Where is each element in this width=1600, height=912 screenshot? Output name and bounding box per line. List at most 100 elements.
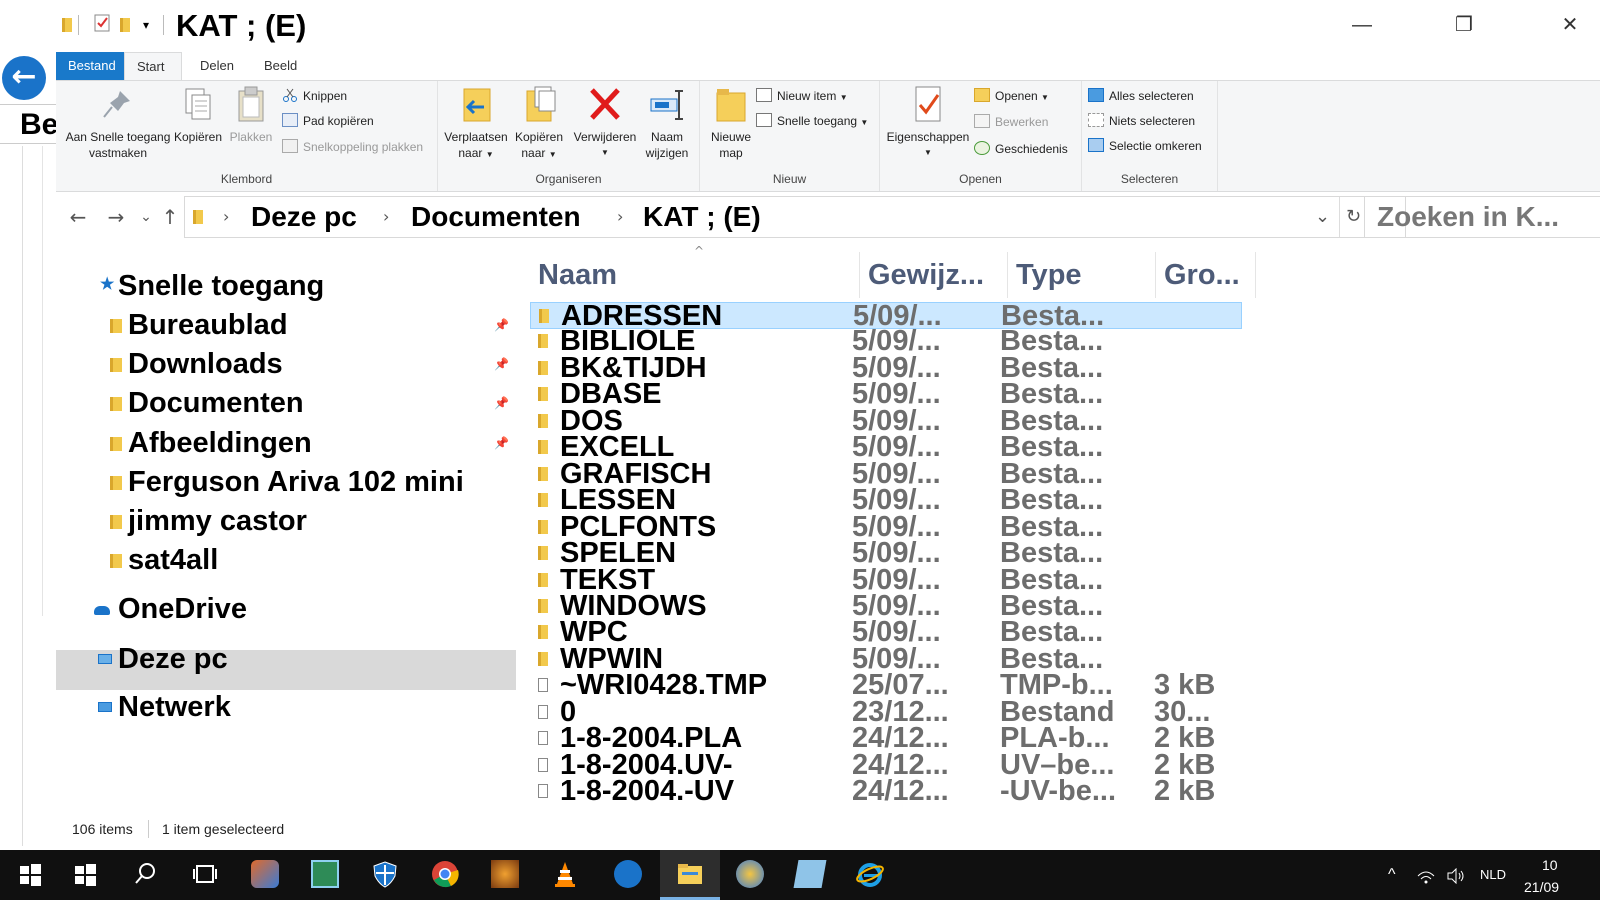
history-button[interactable]: Geschiedenis: [974, 139, 1068, 159]
taskbar-security-app[interactable]: [355, 850, 415, 900]
easy-access-button[interactable]: Snelle toegang ▼: [756, 111, 868, 131]
file-row[interactable]: 1-8-2004.-UV 24/12... -UV-be... 2 kB: [530, 775, 1242, 807]
nav-bureaublad[interactable]: Bureaublad: [110, 306, 288, 344]
nav-onedrive[interactable]: OneDrive: [94, 590, 247, 628]
start-button[interactable]: [0, 850, 60, 900]
search-input[interactable]: Zoeken in K...: [1364, 196, 1600, 238]
breadcrumb-current[interactable]: KAT ; (E): [643, 197, 761, 237]
new-folder-label-line1: Nieuwe: [710, 130, 752, 144]
column-header-type[interactable]: Type: [1008, 252, 1156, 298]
taskbar-bird-app[interactable]: [598, 850, 658, 900]
nav-folder-jimmy-castor[interactable]: jimmy castor: [110, 502, 307, 540]
nav-quick-access[interactable]: ★ Snelle toegang: [100, 267, 324, 305]
nav-folder-sat4all[interactable]: sat4all: [110, 541, 218, 579]
properties-checkmark-icon[interactable]: [94, 14, 110, 36]
clock-date[interactable]: 21/09: [1524, 862, 1559, 912]
file-icon: [538, 704, 548, 719]
copy-path-button[interactable]: Pad kopiëren: [282, 111, 374, 131]
breadcrumb-separator[interactable]: ›: [383, 197, 389, 237]
delete-label: Verwijderen: [573, 130, 637, 144]
taskbar-file-explorer[interactable]: [660, 850, 720, 900]
search-button[interactable]: [115, 850, 175, 900]
rename-button[interactable]: Naam wijzigen: [638, 85, 696, 161]
nav-downloads[interactable]: Downloads: [110, 345, 283, 383]
taskbar-photo-app[interactable]: [475, 850, 535, 900]
tray-overflow-chevron[interactable]: ^: [1388, 850, 1396, 900]
new-item-button[interactable]: Nieuw item ▼: [756, 86, 848, 106]
taskbar-paint-app[interactable]: [235, 850, 295, 900]
column-header-size[interactable]: Gro...: [1156, 252, 1256, 298]
pin-icon[interactable]: 📌: [494, 396, 509, 410]
recent-locations-button[interactable]: ⌄: [134, 202, 158, 232]
wifi-icon[interactable]: [1416, 850, 1436, 900]
folder-icon: [538, 651, 548, 666]
delete-dropdown-icon[interactable]: ▼: [570, 145, 640, 161]
language-indicator[interactable]: NLD: [1480, 850, 1506, 900]
volume-icon[interactable]: [1446, 850, 1466, 900]
nav-folder-ferguson[interactable]: Ferguson Ariva 102 mini: [110, 463, 464, 501]
taskbar-internet-explorer[interactable]: [840, 850, 900, 900]
close-button[interactable]: ✕: [1550, 10, 1590, 40]
edit-button[interactable]: Bewerken: [974, 112, 1048, 132]
delete-button[interactable]: Verwijderen ▼: [570, 85, 640, 161]
open-button[interactable]: Openen ▼: [974, 86, 1049, 106]
address-dropdown-icon[interactable]: ⌄: [1315, 197, 1330, 237]
nav-deze-pc[interactable]: Deze pc: [98, 640, 228, 678]
properties-button[interactable]: Eigenschappen ▼: [884, 85, 972, 161]
tab-beeld[interactable]: Beeld: [252, 52, 309, 80]
taskbar-paint-3d[interactable]: [720, 850, 780, 900]
ribbon-group-organiseren: Verplaatsen naar ▼ Kopiëren naar ▼ Verwi…: [438, 81, 700, 191]
properties-dropdown-icon[interactable]: ▼: [884, 145, 972, 161]
invert-selection-label: Selectie omkeren: [1109, 139, 1202, 153]
nav-documenten[interactable]: Documenten: [110, 384, 304, 422]
back-button[interactable]: ←: [66, 202, 90, 232]
select-none-button[interactable]: Niets selecteren: [1088, 111, 1195, 131]
tab-delen[interactable]: Delen: [188, 52, 246, 80]
column-header-name[interactable]: Naam: [530, 252, 860, 298]
invert-selection-button[interactable]: Selectie omkeren: [1088, 136, 1202, 156]
column-header-modified[interactable]: Gewijz...: [860, 252, 1008, 298]
nav-netwerk[interactable]: Netwerk: [98, 688, 231, 726]
pin-to-quick-access-button[interactable]: Aan Snelle toegang vastmaken: [60, 85, 176, 161]
paste-label: Plakken: [229, 130, 273, 144]
navigation-pane: ★ Snelle toegang Bureaublad 📌 Downloads 📌…: [56, 244, 516, 814]
pin-icon[interactable]: 📌: [494, 357, 509, 371]
properties-icon: [910, 85, 946, 123]
copy-to-button[interactable]: Kopiëren naar ▼: [508, 85, 570, 163]
background-window-text: Be: [0, 104, 56, 144]
move-to-button[interactable]: Verplaatsen naar ▼: [440, 85, 512, 163]
new-folder-button[interactable]: Nieuwe map: [702, 85, 760, 161]
folder-icon: [538, 334, 548, 349]
select-all-button[interactable]: Alles selecteren: [1088, 86, 1194, 106]
refresh-icon[interactable]: ↻: [1339, 197, 1361, 237]
up-button[interactable]: ↑: [158, 202, 182, 232]
quick-access-dropdown-icon[interactable]: ▾: [143, 14, 149, 36]
back-arrow-icon[interactable]: ←: [2, 56, 46, 100]
tab-start[interactable]: Start: [124, 52, 182, 80]
paste-shortcut-button[interactable]: Snelkoppeling plakken: [282, 137, 423, 157]
windows-button[interactable]: [55, 850, 115, 900]
breadcrumb-separator[interactable]: ›: [617, 197, 623, 237]
taskbar-chrome[interactable]: [415, 850, 475, 900]
breadcrumb-deze-pc[interactable]: Deze pc: [251, 197, 357, 237]
new-folder-icon[interactable]: [120, 18, 130, 32]
address-bar[interactable]: › Deze pc › Documenten › KAT ; (E) ⌄ ↻: [184, 196, 1406, 238]
forward-button[interactable]: →: [104, 202, 128, 232]
pin-icon[interactable]: 📌: [494, 436, 509, 450]
tab-bestand[interactable]: Bestand: [56, 52, 124, 80]
taskbar-notepad-app[interactable]: [780, 850, 840, 900]
maximize-button[interactable]: ❐: [1444, 10, 1484, 40]
breadcrumb-documenten[interactable]: Documenten: [411, 197, 581, 237]
paste-button[interactable]: Plakken: [226, 85, 276, 145]
copy-button[interactable]: Kopiëren: [172, 85, 224, 145]
task-view-button[interactable]: [175, 850, 235, 900]
taskbar-mail-app[interactable]: [295, 850, 355, 900]
breadcrumb-separator[interactable]: ›: [223, 197, 229, 237]
nav-afbeeldingen[interactable]: Afbeeldingen: [110, 424, 312, 462]
folder-icon: [538, 360, 548, 375]
paste-shortcut-label: Snelkoppeling plakken: [303, 140, 424, 154]
pin-icon[interactable]: 📌: [494, 318, 509, 332]
minimize-button[interactable]: —: [1342, 10, 1382, 40]
cut-button[interactable]: Knippen: [282, 86, 347, 106]
taskbar-vlc[interactable]: [535, 850, 595, 900]
